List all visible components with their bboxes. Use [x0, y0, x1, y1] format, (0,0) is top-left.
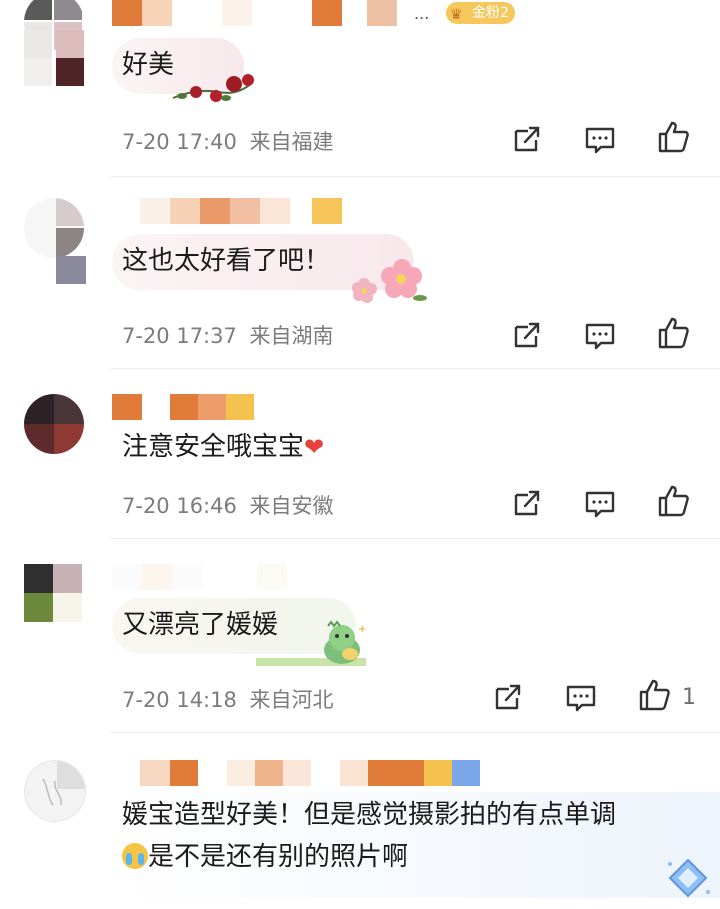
comment-5: 媛宝造型好美！但是感觉摄影拍的有点单调 是不是还有别的照片啊: [0, 760, 720, 909]
sketch-figure: [42, 778, 62, 806]
location: 来自福建: [249, 130, 334, 154]
divider: [110, 176, 720, 177]
comment-text: 好美: [122, 50, 175, 80]
comment-icon[interactable]: [564, 680, 598, 714]
comment-meta: 7-20 17:37 来自湖南: [122, 320, 334, 350]
comment-meta: 7-20 16:46 来自安徽: [122, 490, 334, 520]
avatar-fragment: [56, 256, 86, 284]
comment-text: 又漂亮了媛媛: [122, 610, 279, 640]
comment-text-line1: 媛宝造型好美！但是感觉摄影拍的有点单调: [122, 800, 617, 830]
flower-sticker: [352, 259, 427, 303]
avatar-lower: [24, 30, 86, 86]
svg-text:+: +: [358, 624, 366, 635]
like-icon[interactable]: [657, 316, 691, 350]
like-icon[interactable]: [638, 678, 672, 712]
comment-text-line2: 是不是还有别的照片啊: [122, 840, 408, 874]
location: 来自湖南: [249, 324, 334, 348]
comment-4: 又漂亮了媛媛 + 7-20 14:18 来自河北 1: [0, 564, 720, 740]
comment-1: ... ♛ 金粉2 好美 7-20 17:40 来自福建: [0, 0, 720, 178]
dinosaur-sticker: +: [256, 620, 366, 666]
comment-icon[interactable]: [583, 318, 617, 352]
crying-emoji-icon: [122, 843, 148, 869]
share-icon[interactable]: [510, 318, 544, 352]
time: 7-20 16:46: [122, 494, 237, 518]
share-icon[interactable]: [491, 680, 525, 714]
share-icon[interactable]: [510, 486, 544, 520]
time: 7-20 14:18: [122, 688, 237, 712]
avatar[interactable]: [24, 198, 84, 258]
avatar[interactable]: [24, 394, 84, 454]
location: 来自安徽: [249, 494, 334, 518]
comment-meta: 7-20 17:40 来自福建: [122, 126, 334, 156]
comment-meta: 7-20 14:18 来自河北: [122, 684, 334, 714]
crown-icon: ♛: [450, 7, 463, 23]
time: 7-20 17:37: [122, 324, 237, 348]
like-count: 1: [682, 685, 696, 710]
comment-text: 注意安全哦宝宝❤: [122, 432, 325, 462]
divider: [110, 732, 720, 733]
location: 来自河北: [249, 688, 334, 712]
like-icon[interactable]: [657, 120, 691, 154]
ellipsis-text: ...: [414, 4, 430, 23]
comment-icon[interactable]: [583, 122, 617, 156]
avatar[interactable]: [24, 760, 86, 822]
divider: [110, 538, 720, 539]
comment-icon[interactable]: [583, 486, 617, 520]
comment-2: 这也太好看了吧！ 7-20 17:37 来自湖南: [0, 198, 720, 372]
heart-emoji-icon: ❤: [304, 433, 325, 461]
comment-3: 注意安全哦宝宝❤ 7-20 16:46 来自安徽: [0, 394, 720, 540]
diamond-sticker: [668, 858, 710, 898]
like-icon[interactable]: [657, 484, 691, 518]
time: 7-20 17:40: [122, 130, 237, 154]
divider: [110, 368, 720, 369]
avatar[interactable]: [24, 564, 82, 622]
comment-text: 这也太好看了吧！: [122, 246, 331, 276]
fan-badge-label: 金粉2: [472, 5, 509, 21]
share-icon[interactable]: [510, 122, 544, 156]
fan-badge[interactable]: ♛ 金粉2: [446, 2, 515, 24]
rose-sticker: [172, 74, 254, 102]
